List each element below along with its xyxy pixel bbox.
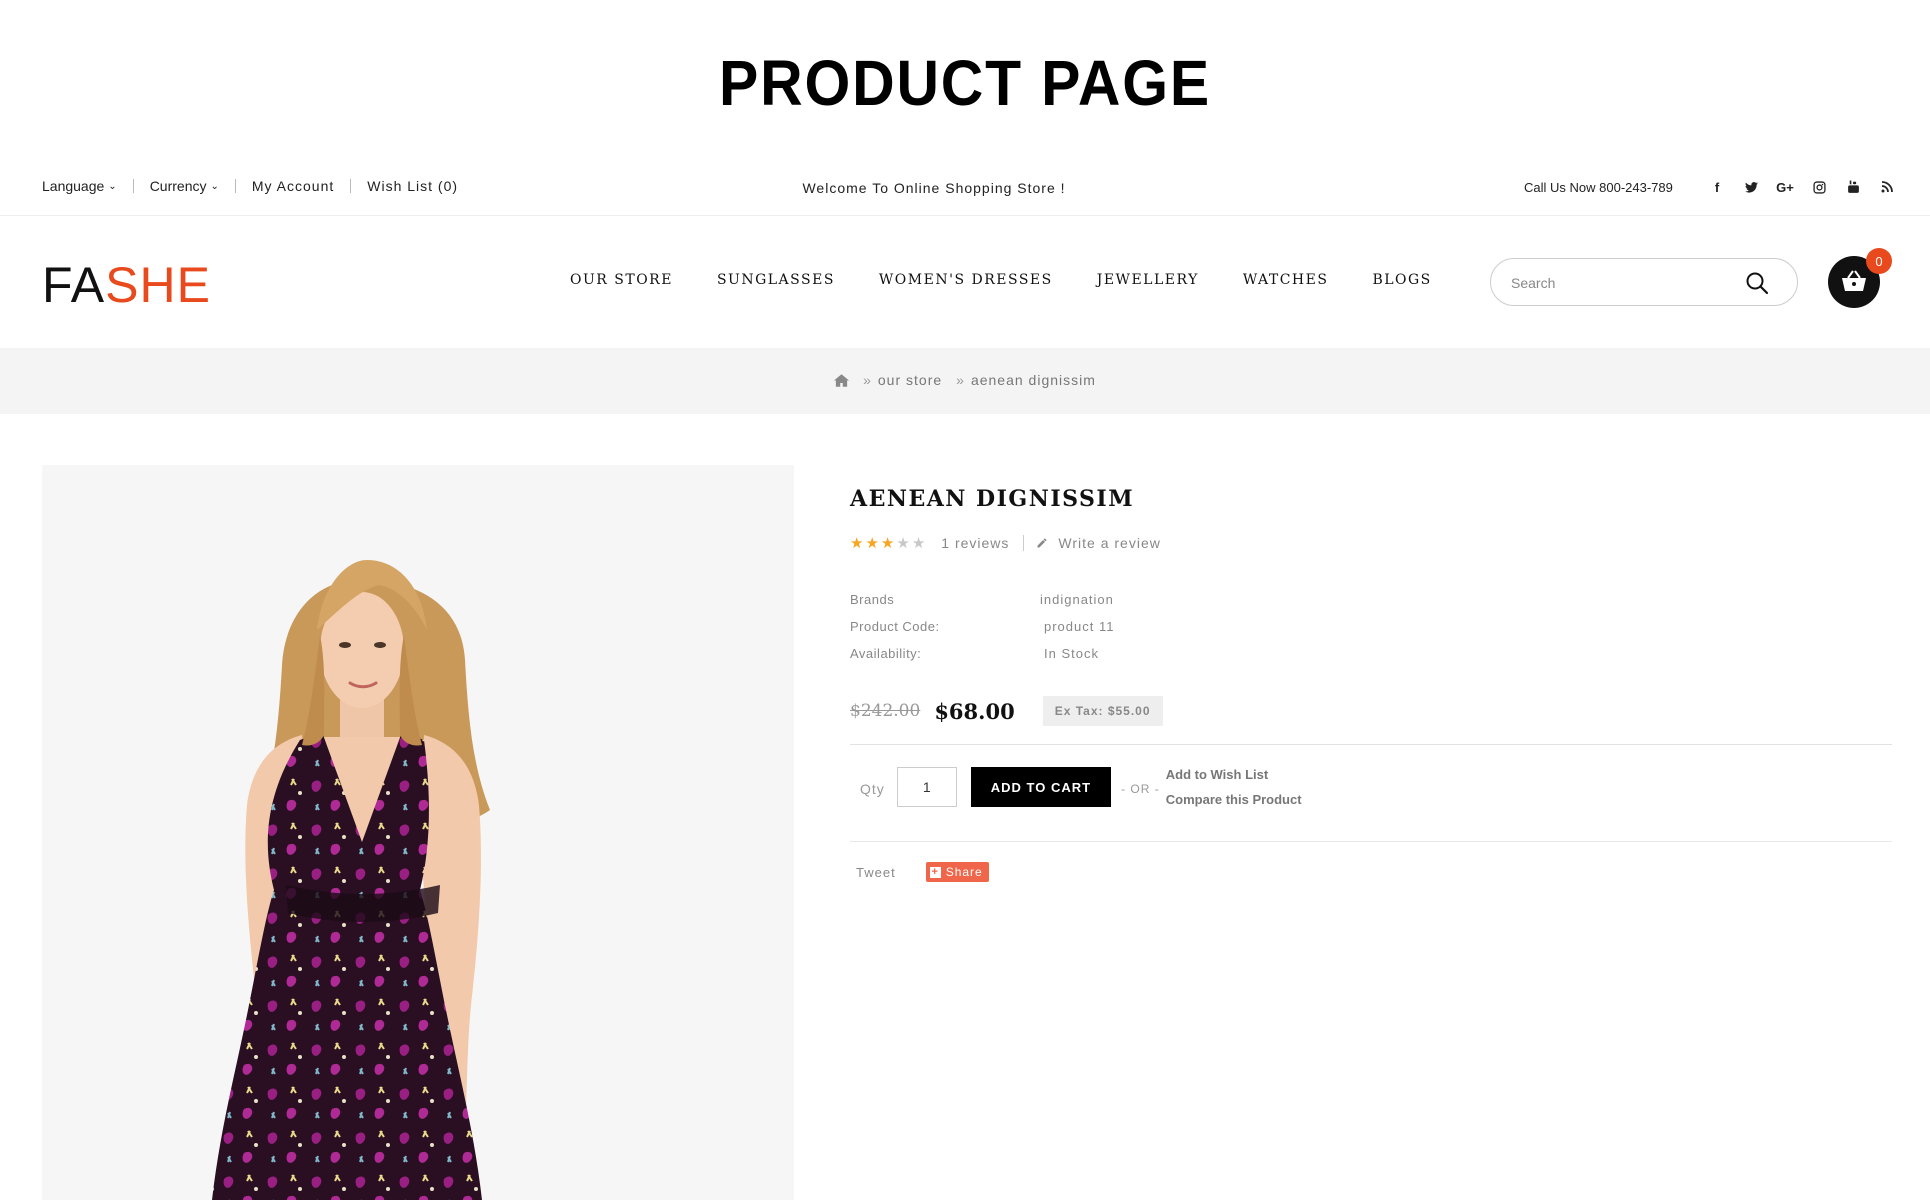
logo[interactable]: FASHE (42, 260, 211, 310)
info-label: Product Code: (850, 619, 940, 634)
main-nav: OUR STORE SUNGLASSES WOMEN'S DRESSES JEW… (570, 272, 1476, 288)
info-value[interactable]: indignation (1040, 592, 1114, 607)
qty-label: Qty (860, 781, 885, 797)
reviews-link[interactable]: 1 reviews (941, 535, 1009, 551)
facebook-icon[interactable]: f (1700, 176, 1734, 198)
home-icon (834, 373, 850, 387)
breadcrumb-bar: » our store » aenean dignissim (0, 348, 1930, 414)
info-row-brand: Brands indignation (850, 592, 1250, 619)
instagram-icon[interactable] (1802, 176, 1836, 198)
google-plus-icon[interactable]: G+ (1768, 176, 1802, 198)
star-filled-icon: ★ (880, 535, 896, 552)
nav-womens-dresses[interactable]: WOMEN'S DRESSES (879, 272, 1053, 288)
product-image[interactable] (42, 465, 794, 1200)
nav-our-store[interactable]: OUR STORE (570, 272, 673, 288)
top-bar: Language ⌄ Currency ⌄ My Account Wish Li… (0, 168, 1930, 216)
nav-watches[interactable]: WATCHES (1243, 272, 1329, 288)
divider (850, 841, 1892, 842)
info-label: Brands (850, 592, 895, 607)
info-label: Availability: (850, 646, 922, 661)
search-icon[interactable] (1745, 271, 1769, 295)
page-title: PRODUCT PAGE (718, 47, 1212, 119)
write-review-label: Write a review (1058, 535, 1161, 551)
share-button[interactable]: + Share (925, 862, 989, 882)
product-info: Brands indignation Product Code: product… (850, 592, 1250, 673)
breadcrumb: » our store » aenean dignissim (0, 372, 1930, 388)
star-empty-icon: ★ (911, 535, 927, 552)
product-details: AENEAN DIGNISSIM ★ ★ ★ ★ ★ 1 reviews Write a… (850, 486, 1892, 882)
youtube-icon[interactable] (1836, 176, 1870, 198)
divider (850, 744, 1892, 745)
main-header: FASHE OUR STORE SUNGLASSES WOMEN'S DRESS… (0, 216, 1930, 348)
search-box (1490, 258, 1798, 306)
logo-part-2: SHE (105, 257, 211, 313)
compare-product-link[interactable]: Compare this Product (1166, 787, 1302, 812)
write-review-link[interactable]: Write a review (1036, 535, 1160, 551)
twitter-icon[interactable] (1734, 176, 1768, 198)
breadcrumb-separator: » (863, 372, 872, 388)
basket-icon (1842, 270, 1866, 291)
or-separator: - OR - (1121, 782, 1160, 796)
rss-icon[interactable] (1870, 176, 1904, 198)
breadcrumb-our-store[interactable]: our store (878, 372, 942, 388)
new-price: $68.00 (934, 698, 1015, 724)
cart-count-badge: 0 (1866, 248, 1892, 274)
product-title: AENEAN DIGNISSIM (850, 486, 1135, 512)
breadcrumb-home[interactable] (834, 372, 850, 388)
add-to-cart-row: Qty ADD TO CART - OR - Add to Wish List … (860, 762, 1302, 812)
breadcrumb-current[interactable]: aenean dignissim (971, 372, 1096, 388)
plus-icon: + (929, 865, 941, 878)
star-empty-icon: ★ (896, 535, 911, 552)
breadcrumb-separator: » (956, 372, 965, 388)
nav-sunglasses[interactable]: SUNGLASSES (717, 272, 835, 288)
star-rating: ★ ★ ★ ★ ★ (850, 534, 927, 552)
social-links: f G+ (1700, 176, 1904, 198)
pencil-icon (1037, 538, 1047, 548)
rating-row: ★ ★ ★ ★ ★ 1 reviews Write a review (850, 534, 1161, 552)
ex-tax-badge: Ex Tax: $55.00 (1042, 696, 1163, 726)
logo-part-1: FA (42, 257, 106, 313)
qty-input[interactable] (896, 767, 957, 807)
share-label: Share (945, 865, 983, 879)
call-us-text: Call Us Now 800-243-789 (1524, 180, 1673, 195)
info-row-availability: Availability: In Stock (850, 646, 1250, 673)
add-to-cart-button[interactable]: ADD TO CART (970, 767, 1112, 807)
info-row-product-code: Product Code: product 11 (850, 619, 1250, 646)
tweet-button[interactable]: Tweet (856, 865, 896, 880)
add-to-wish-list-link[interactable]: Add to Wish List (1166, 762, 1302, 787)
star-filled-icon: ★ (865, 535, 880, 552)
star-filled-icon: ★ (850, 535, 865, 552)
share-row: Tweet + Share (856, 862, 989, 882)
old-price: $242.00 (850, 701, 921, 721)
nav-jewellery[interactable]: JEWELLERY (1097, 272, 1199, 288)
price-row: $242.00 $68.00 Ex Tax: $55.00 (850, 696, 1163, 726)
search-input[interactable] (1511, 272, 1731, 294)
model-in-dress-image (212, 560, 490, 1200)
info-value: In Stock (1044, 646, 1099, 661)
nav-blogs[interactable]: BLOGS (1372, 272, 1431, 288)
divider (1023, 535, 1025, 551)
cart-button[interactable]: 0 (1828, 248, 1892, 308)
info-value: product 11 (1044, 619, 1115, 634)
product-actions: Add to Wish List Compare this Product (1166, 762, 1302, 812)
